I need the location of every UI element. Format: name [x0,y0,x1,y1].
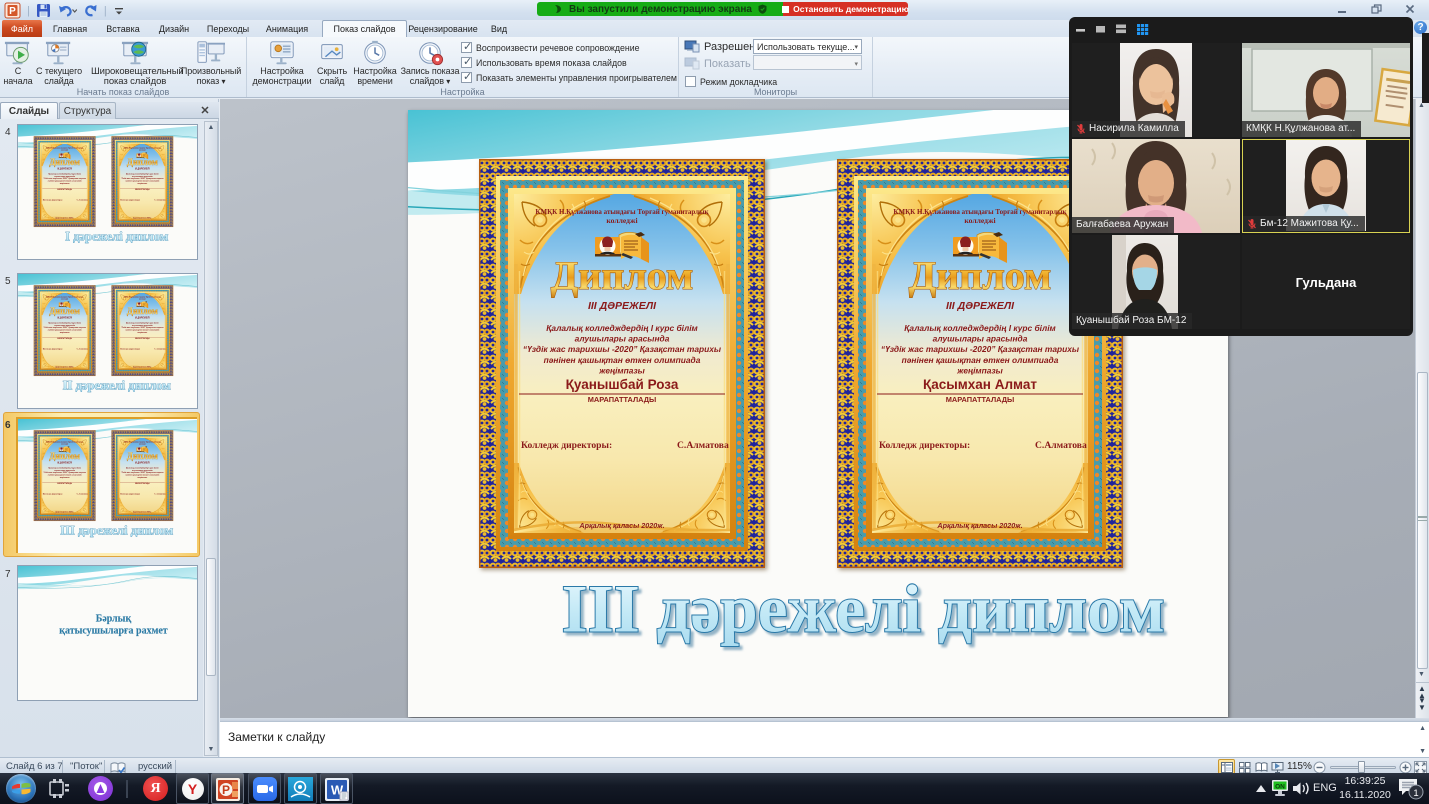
svg-text:Бәрлық: Бәрлық [96,614,132,625]
svg-text:I дәрежелі диплом: I дәрежелі диплом [65,229,169,243]
svg-text:қатысушыларға рахмет: қатысушыларға рахмет [59,626,168,637]
svg-text:P: P [222,783,230,797]
svg-text:III дәрежелі диплом: III дәрежелі диплом [562,571,1165,647]
svg-text:ON: ON [1275,784,1285,791]
svg-text:1: 1 [1413,788,1418,799]
svg-text:II дәрежелі диплом: II дәрежелі диплом [63,378,171,392]
svg-text:P: P [9,6,16,17]
svg-text:III дәрежелі диплом: III дәрежелі диплом [60,523,173,537]
